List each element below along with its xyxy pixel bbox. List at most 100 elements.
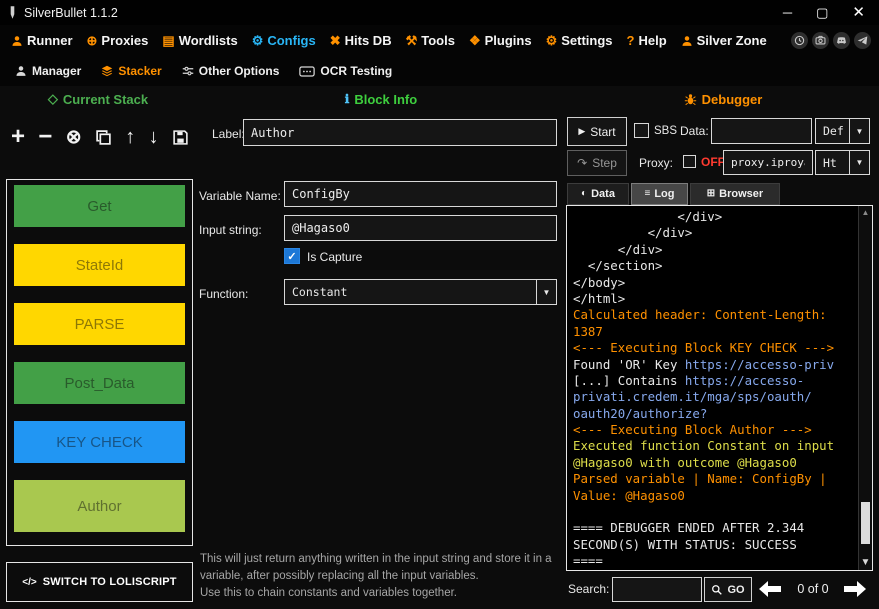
previous-match-arrow-icon[interactable] [755,577,785,601]
clone-block-icon[interactable] [95,129,112,146]
log-scrollbar[interactable]: ▲ ▼ [858,206,872,570]
start-button[interactable]: ▶ Start [567,117,627,146]
maximize-button[interactable]: ▢ [816,6,828,19]
menu-item-plugins[interactable]: ❖ Plugins [462,30,539,51]
stack-block-postdata[interactable]: Post_Data [14,362,185,404]
menubar: Runner ⊕ Proxies ▤ Wordlists ⚙ Configs ✖… [0,25,879,56]
stack-block-get[interactable]: Get [14,185,185,227]
submenu-item-label: Other Options [199,64,280,78]
configs-icon: ⚙ [252,34,264,47]
stack-toolbar: + − ⊗ ↑ ↓ [6,114,194,160]
titlebar: SilverBullet 1.1.2 ─ ▢ ✕ [0,0,879,25]
menu-item-wordlists[interactable]: ▤ Wordlists [155,30,244,51]
function-dropdown[interactable]: Constant ▼ [284,279,557,305]
remove-block-icon[interactable]: − [38,125,52,149]
proxy-off-toggle[interactable]: OFF [701,155,725,169]
input-string-input[interactable] [284,215,557,241]
function-caption: Function: [199,287,248,301]
search-input[interactable] [612,577,702,602]
log-line: <--- Executing Block Author ---> [573,422,854,438]
app-window: SilverBullet 1.1.2 ─ ▢ ✕ Runner ⊕ Proxie… [0,0,879,609]
play-icon: ▶ [578,126,585,137]
close-button[interactable]: ✕ [852,5,865,20]
proxy-type-dropdown[interactable]: Ht ▼ [815,150,870,175]
disable-block-icon[interactable]: ⊗ [66,128,82,147]
log-url: https://accesso-priv [685,357,834,372]
log-line: oauth20/authorize? [573,406,854,422]
screenshot-camera-icon[interactable] [812,32,829,49]
log-output[interactable]: </div> </div> </div> </section> </body> … [566,205,873,571]
menu-item-hitsdb[interactable]: ✖ Hits DB [323,30,399,51]
submenu-item-label: Manager [32,64,81,78]
is-capture-checkbox[interactable]: ✓ [284,248,300,264]
menu-item-settings[interactable]: ⚙ Settings [539,30,620,51]
next-match-arrow-icon[interactable] [840,577,870,601]
proxy-type-value: Ht [816,151,849,174]
data-caption: Data: [680,124,709,138]
menu-item-help[interactable]: ? Help [620,30,674,51]
save-icon[interactable] [172,129,189,146]
submenu-item-stacker[interactable]: Stacker [91,61,171,81]
stack-block-author[interactable]: Author [14,480,185,532]
submenu-item-ocr-testing[interactable]: OCR Testing [289,61,402,81]
data-tab-icon: ◐ [581,189,587,199]
move-up-icon[interactable]: ↑ [125,127,135,147]
add-block-icon[interactable]: + [11,125,25,149]
minimize-button[interactable]: ─ [783,6,792,19]
block-label-input[interactable] [243,119,557,146]
scroll-up-icon[interactable]: ▲ [859,208,872,217]
stack-block-keycheck[interactable]: KEY CHECK [14,421,185,463]
current-stack-header: ◇ Current Stack [0,90,196,108]
menu-item-label: Settings [561,33,612,48]
menu-item-label: Plugins [485,33,532,48]
help-icon: ? [627,34,635,47]
tab-log[interactable]: ≡ Log [631,183,688,205]
menu-item-label: Wordlists [179,33,238,48]
scrollbar-thumb[interactable] [861,502,870,544]
debug-data-input[interactable] [711,118,812,144]
menu-item-label: Hits DB [345,33,392,48]
menu-item-silverzone[interactable]: Silver Zone [674,30,774,51]
menu-item-runner[interactable]: Runner [4,30,80,51]
chevron-down-icon: ▼ [849,151,869,174]
telegram-icon[interactable] [854,32,871,49]
block-info-header: ℹ Block Info [196,90,566,108]
log-line: </html> [573,291,854,307]
variable-name-caption: Variable Name: [199,189,281,203]
match-count: 0 of 0 [789,582,837,596]
menu-item-configs[interactable]: ⚙ Configs [245,30,323,51]
browser-tab-icon: ⊞ [707,189,715,199]
step-button[interactable]: ↷ Step [567,150,627,176]
history-icon[interactable] [791,32,808,49]
menu-item-tools[interactable]: ⚒ Tools [399,30,462,51]
stack-block-parse[interactable]: PARSE [14,303,185,345]
move-down-icon[interactable]: ↓ [149,127,159,147]
tab-data[interactable]: ◐ Data [567,183,629,205]
menu-item-label: Configs [267,33,315,48]
submenu-item-manager[interactable]: Manager [5,61,91,81]
submenu-item-label: Stacker [118,64,161,78]
stack-block-stateid[interactable]: StateId [14,244,185,286]
search-go-button[interactable]: GO [704,577,752,602]
scroll-down-icon[interactable]: ▼ [859,557,872,568]
proxy-input[interactable] [723,150,813,175]
submenu-item-other-options[interactable]: Other Options [172,61,290,81]
proxy-checkbox[interactable] [683,155,696,168]
variable-name-input[interactable] [284,181,557,207]
app-title: SilverBullet 1.1.2 [24,6,118,20]
tab-browser[interactable]: ⊞ Browser [690,183,780,205]
current-stack-title: Current Stack [63,92,148,107]
plugins-icon: ❖ [469,34,481,47]
log-line: privati.credem.it/mga/sps/oauth/ [573,389,854,405]
block-info-title: Block Info [354,92,417,107]
search-caption: Search: [568,582,609,596]
menu-item-proxies[interactable]: ⊕ Proxies [80,30,156,51]
proxies-icon: ⊕ [87,34,98,47]
step-button-label: Step [592,156,617,170]
sbs-label: SBS [654,125,677,137]
block-description: This will just return anything written i… [200,551,568,602]
discord-icon[interactable] [833,32,850,49]
wordlist-type-dropdown[interactable]: Def ▼ [815,118,870,144]
switch-to-loliscript-button[interactable]: </> SWITCH TO LOLISCRIPT [6,562,193,602]
sbs-checkbox[interactable] [634,123,649,138]
